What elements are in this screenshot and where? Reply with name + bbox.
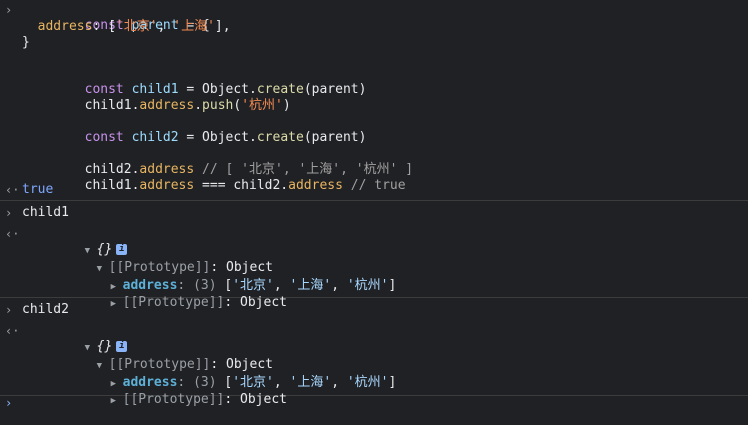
input-prompt-icon: ›	[5, 206, 13, 220]
console-entry-child2: › child2 ‹· ▼{} i ▼ [[Prototype]]: Object …	[0, 298, 748, 407]
console-input-line[interactable]: ›	[0, 396, 748, 412]
output-prompt-icon: ‹·	[5, 324, 20, 338]
input-prompt-icon: ›	[5, 396, 13, 410]
output-prompt-icon: ‹·	[5, 227, 20, 241]
input-prompt-icon: ›	[5, 303, 13, 317]
console-input: child1	[22, 205, 69, 220]
console-input: child2	[22, 302, 69, 317]
output-prompt-icon: ‹·	[5, 183, 20, 197]
console-entry-child1: › child1 ‹· ▼{} i ▼ [[Prototype]]: Object …	[0, 201, 748, 310]
devtools-console: › const parent = { address: ['北京', '上海']…	[0, 0, 748, 412]
input-prompt-icon: ›	[5, 3, 13, 17]
result-value: true	[22, 182, 54, 197]
console-entry-code: › const parent = { address: ['北京', '上海']…	[0, 0, 748, 201]
code-line: }	[22, 35, 30, 50]
code-line: address: ['北京', '上海'],	[37, 19, 231, 34]
